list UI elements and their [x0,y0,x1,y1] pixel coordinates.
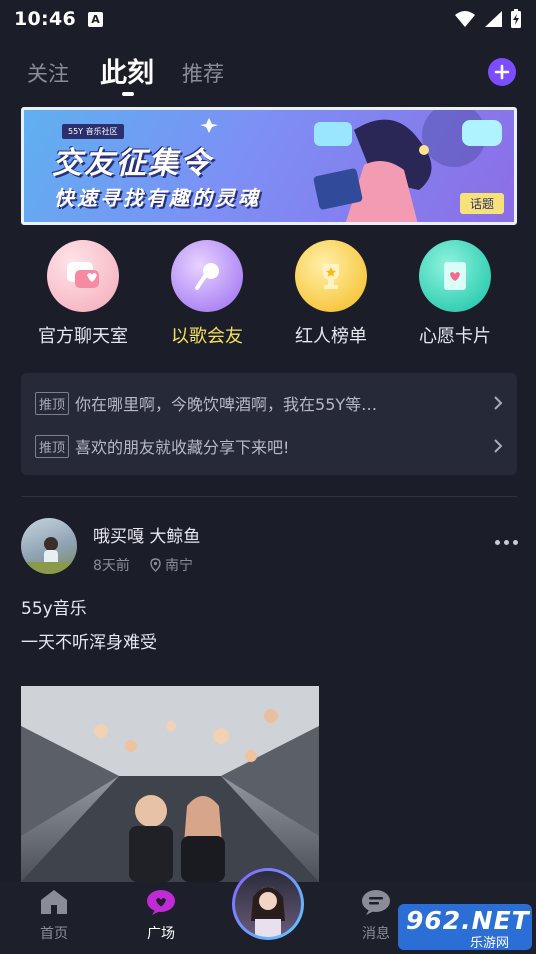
watermark-logo: 962.NET 乐游网 [398,904,532,951]
quick-action-wish-card[interactable]: 心愿卡片 [393,240,517,348]
pinned-tag: 推顶 [35,434,70,458]
notice-text: 喜欢的朋友就收藏分享下来吧! [75,438,290,457]
quick-action-label: 红人榜单 [295,326,367,347]
notice-text: 你在哪里啊，今晚饮啤酒啊，我在55Y等… [75,395,378,414]
add-button[interactable] [488,58,516,86]
nav-plaza[interactable]: 广场 [126,888,196,943]
watermark-subtext: 乐游网 [470,936,510,951]
battery-icon [511,9,521,28]
top-tabs: 关注 此刻 推荐 [0,46,536,102]
quick-action-sing[interactable]: 以歌会友 [145,240,269,348]
notification-icon: A [87,11,103,27]
post-location: 南宁 [150,555,193,575]
banner-topic-tag: 话题 [459,193,504,214]
home-icon [41,890,67,914]
tab-indicator [122,92,134,96]
chevron-right-icon [494,439,503,453]
avatar[interactable] [21,518,77,574]
wifi-icon [455,11,475,27]
quick-action-chat-room[interactable]: 官方聊天室 [21,240,145,348]
now-playing-cover [235,871,301,937]
post-username[interactable]: 哦买嘎 大鲸鱼 [93,522,200,547]
quick-action-label: 以歌会友 [171,326,243,347]
nav-label: 首页 [40,926,68,942]
pinned-tag: 推顶 [35,391,70,415]
topic-banner[interactable]: 55Y 音乐社区 交友征集令 快速寻找有趣的灵魂 话题 [21,107,517,225]
banner-subtitle: 快速寻找有趣的灵魂 [54,186,261,210]
banner-brand: 55Y 音乐社区 [62,124,124,139]
microphone-icon [171,240,243,312]
status-bar: 10:46 A [0,0,536,38]
post-time: 8天前 [93,558,130,574]
wish-card-icon [419,240,491,312]
message-icon [362,890,390,915]
now-playing-button[interactable] [232,868,304,940]
location-text: 南宁 [165,558,193,574]
notice-item[interactable]: 推顶 你在哪里啊，今晚饮啤酒啊，我在55Y等… [35,389,503,417]
tab-moment[interactable]: 此刻 [100,51,154,90]
post-photo[interactable] [21,686,319,882]
pinned-notices: 推顶 你在哪里啊，今晚饮啤酒啊，我在55Y等… 推顶 喜欢的朋友就收藏分享下来吧… [21,373,517,475]
quick-action-ranking[interactable]: 红人榜单 [269,240,393,348]
quick-actions: 官方聊天室 以歌会友 红人榜单 心愿卡片 [0,240,536,355]
quick-action-label: 心愿卡片 [419,326,491,347]
plaza-icon [147,890,175,915]
watermark-text: 962.NET [406,906,530,935]
nav-home[interactable]: 首页 [19,888,89,943]
post-text-line: 55y音乐 [21,599,87,619]
location-pin-icon [150,558,161,572]
trophy-icon [295,240,367,312]
signal-icon [485,11,502,27]
banner-title: 交友征集令 [52,146,212,181]
chat-room-icon [47,240,119,312]
status-icons [454,9,522,29]
tab-follow[interactable]: 关注 [27,58,69,88]
nav-label: 广场 [147,926,175,942]
post-text-line: 一天不听浑身难受 [21,633,157,653]
quick-action-label: 官方聊天室 [38,326,128,347]
status-time: 10:46 [14,8,76,30]
chevron-right-icon [494,396,503,410]
tab-recommend[interactable]: 推荐 [182,58,224,88]
divider [21,496,517,497]
more-options-icon[interactable] [495,540,518,545]
plus-icon [494,64,510,80]
notice-item[interactable]: 推顶 喜欢的朋友就收藏分享下来吧! [35,432,503,460]
